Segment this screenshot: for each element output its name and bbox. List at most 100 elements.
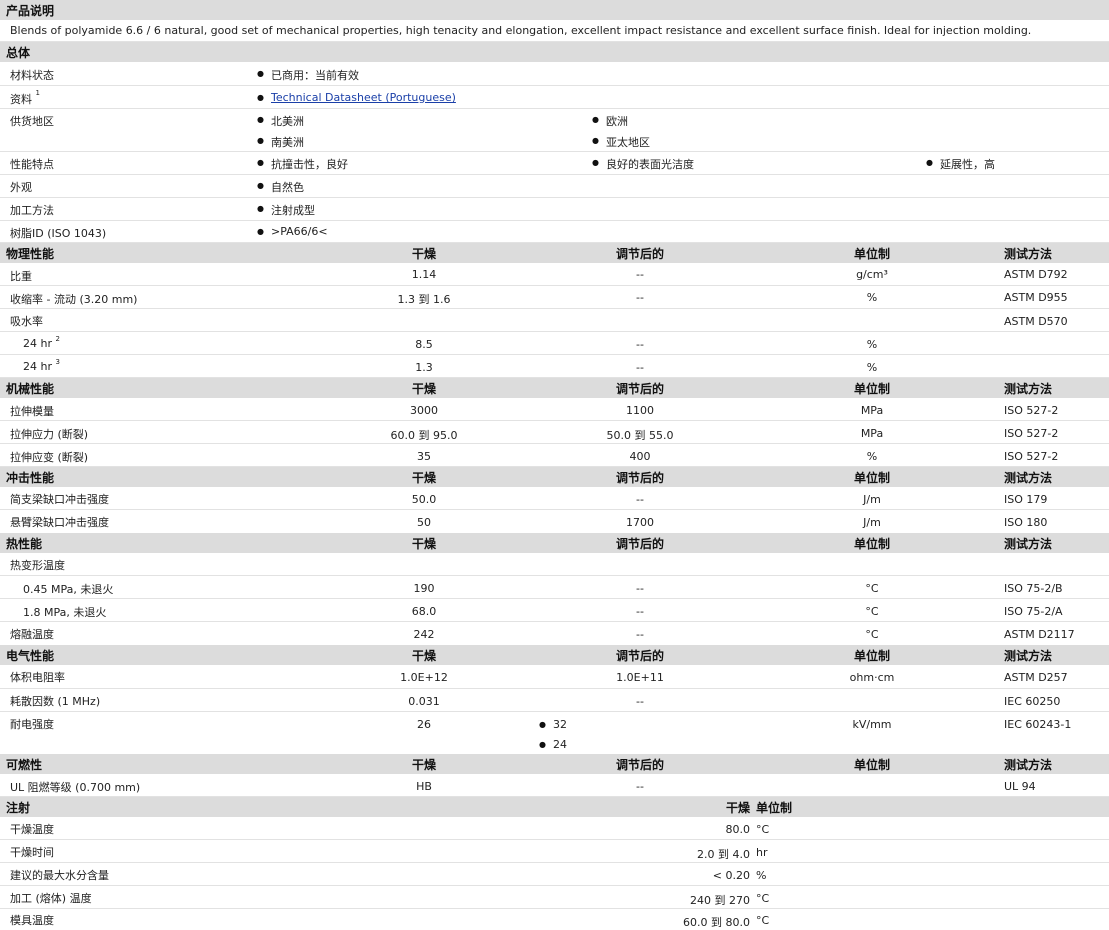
- section-title: 热性能: [6, 537, 43, 551]
- row-label: 外观: [10, 181, 32, 194]
- table-row: 热变形温度: [0, 553, 1109, 576]
- cond-value: 32: [539, 718, 567, 731]
- docs-item: Technical Datasheet (Portuguese): [257, 91, 456, 104]
- row-label: 资料 1: [10, 89, 40, 107]
- table-row: 悬臂梁缺口冲击强度 50 1700 J/m ISO 180: [0, 510, 1109, 534]
- col-method: 测试方法: [1004, 382, 1053, 396]
- method-value: ISO 180: [1004, 516, 1048, 529]
- col-method: 测试方法: [1004, 471, 1053, 485]
- row-label: 收缩率 - 流动 (3.20 mm): [10, 293, 138, 306]
- section-title: 冲击性能: [6, 471, 55, 485]
- section-title: 物理性能: [6, 247, 55, 261]
- table-row: 1.8 MPa, 未退火 68.0 -- °C ISO 75-2/A: [0, 599, 1109, 622]
- general-row-resin: 树脂ID (ISO 1043) >PA66/6<: [0, 221, 1109, 243]
- col-method: 测试方法: [1004, 247, 1053, 261]
- docs-label: 资料: [10, 93, 32, 106]
- row-label: 建议的最大水分含量: [10, 869, 109, 882]
- feature-item: 延展性，高: [926, 156, 995, 172]
- unit-value: %: [866, 361, 878, 374]
- dry-value: 8.5: [415, 338, 433, 351]
- col-dry: 干燥: [411, 471, 436, 485]
- dry-value: 1.0E+12: [400, 671, 448, 684]
- method-value: ISO 75-2/B: [1004, 582, 1063, 595]
- region-item: 亚太地区: [592, 134, 650, 150]
- method-value: ISO 527-2: [1004, 427, 1059, 440]
- dry-value: 190: [413, 582, 435, 595]
- col-unit: 单位制: [853, 537, 890, 551]
- section-title: 产品说明: [6, 4, 55, 18]
- row-label: 0.45 MPa, 未退火: [23, 583, 114, 596]
- row-label: UL 阻燃等级 (0.700 mm): [10, 781, 141, 794]
- unit-value: %: [756, 869, 767, 882]
- section-title: 注射: [6, 801, 31, 815]
- dry-value: 1.3 到 1.6: [397, 293, 451, 306]
- unit-value: %: [866, 450, 878, 463]
- method-value: ASTM D570: [1004, 315, 1068, 328]
- row-label: 耐电强度: [10, 718, 54, 731]
- footnote-marker: 2: [55, 335, 60, 343]
- section-header-flammability: 可燃性 干燥 调节后的 单位制 测试方法: [0, 754, 1109, 774]
- dry-value: 50: [417, 516, 431, 529]
- unit-value: MPa: [860, 404, 884, 417]
- col-dry: 干燥: [411, 382, 436, 396]
- unit-value: °C: [756, 823, 770, 836]
- row-label: 树脂ID (ISO 1043): [10, 227, 107, 240]
- cond-value: 1700: [626, 516, 654, 529]
- cond-value: --: [636, 361, 644, 374]
- unit-value: %: [866, 338, 878, 351]
- method-value: ASTM D2117: [1004, 628, 1075, 641]
- dry-value: 60.0 到 80.0: [683, 916, 750, 929]
- table-row: 拉伸应变 (断裂) 35 400 % ISO 527-2: [0, 444, 1109, 467]
- row-label-text: 24 hr: [23, 337, 52, 350]
- status-value: 已商用：当前有效: [257, 67, 359, 83]
- method-value: ASTM D257: [1004, 671, 1068, 684]
- section-header-description: 产品说明: [0, 0, 1109, 20]
- dry-value: 80.0: [725, 823, 751, 836]
- section-header-general: 总体: [0, 42, 1109, 62]
- row-label: 拉伸应变 (断裂): [10, 451, 89, 464]
- table-row: 拉伸应力 (断裂) 60.0 到 95.0 50.0 到 55.0 MPa IS…: [0, 421, 1109, 444]
- dry-value: 60.0 到 95.0: [390, 429, 458, 442]
- region-item: 北美洲: [257, 113, 304, 129]
- region-item: 南美洲: [257, 134, 304, 150]
- section-title: 电气性能: [6, 649, 55, 663]
- row-label: 熔融温度: [10, 628, 54, 641]
- section-title: 可燃性: [6, 758, 43, 772]
- dry-value: < 0.20: [712, 869, 750, 882]
- table-row: 干燥时间 2.0 到 4.0 hr: [0, 840, 1109, 863]
- cond-value: 1.0E+11: [616, 671, 664, 684]
- footnote-marker: 1: [35, 89, 40, 97]
- cond-value: --: [636, 493, 644, 506]
- general-row-appearance: 外观 自然色: [0, 175, 1109, 198]
- general-row-process: 加工方法 注射成型: [0, 198, 1109, 221]
- table-row: 体积电阻率 1.0E+12 1.0E+11 ohm·cm ASTM D257: [0, 665, 1109, 689]
- col-unit: 单位制: [853, 247, 890, 261]
- col-unit: 单位制: [853, 758, 890, 772]
- table-row: 耐电强度 26 32 24 kV/mm IEC 60243-1: [0, 712, 1109, 755]
- table-row: 收缩率 - 流动 (3.20 mm) 1.3 到 1.6 -- % ASTM D…: [0, 286, 1109, 309]
- unit-value: J/m: [863, 493, 881, 506]
- dry-value: 68.0: [411, 605, 437, 618]
- cond-value: --: [636, 338, 644, 351]
- datasheet-link[interactable]: Technical Datasheet (Portuguese): [271, 91, 456, 104]
- process-value: 注射成型: [257, 202, 315, 218]
- row-label: 耗散因数 (1 MHz): [10, 695, 101, 708]
- cond-value: 400: [629, 450, 651, 463]
- col-cond: 调节后的: [615, 537, 664, 551]
- unit-value: hr: [756, 846, 768, 859]
- method-value: ISO 527-2: [1004, 404, 1059, 417]
- table-row: 0.45 MPa, 未退火 190 -- °C ISO 75-2/B: [0, 576, 1109, 599]
- description-row: Blends of polyamide 6.6 / 6 natural, goo…: [0, 20, 1109, 42]
- row-label: 吸水率: [10, 315, 43, 328]
- col-dry: 干燥: [411, 649, 436, 663]
- row-label: 热变形温度: [10, 559, 65, 572]
- row-label: 比重: [10, 270, 32, 283]
- table-row: 24 hr 2 8.5 -- %: [0, 332, 1109, 355]
- general-row-status: 材料状态 已商用：当前有效: [0, 62, 1109, 86]
- row-label: 模具温度: [10, 914, 54, 927]
- section-title: 机械性能: [6, 382, 55, 396]
- section-header-impact: 冲击性能 干燥 调节后的 单位制 测试方法: [0, 467, 1109, 487]
- dry-value: 3000: [410, 404, 438, 417]
- row-label: 体积电阻率: [10, 671, 65, 684]
- col-unit: 单位制: [853, 471, 890, 485]
